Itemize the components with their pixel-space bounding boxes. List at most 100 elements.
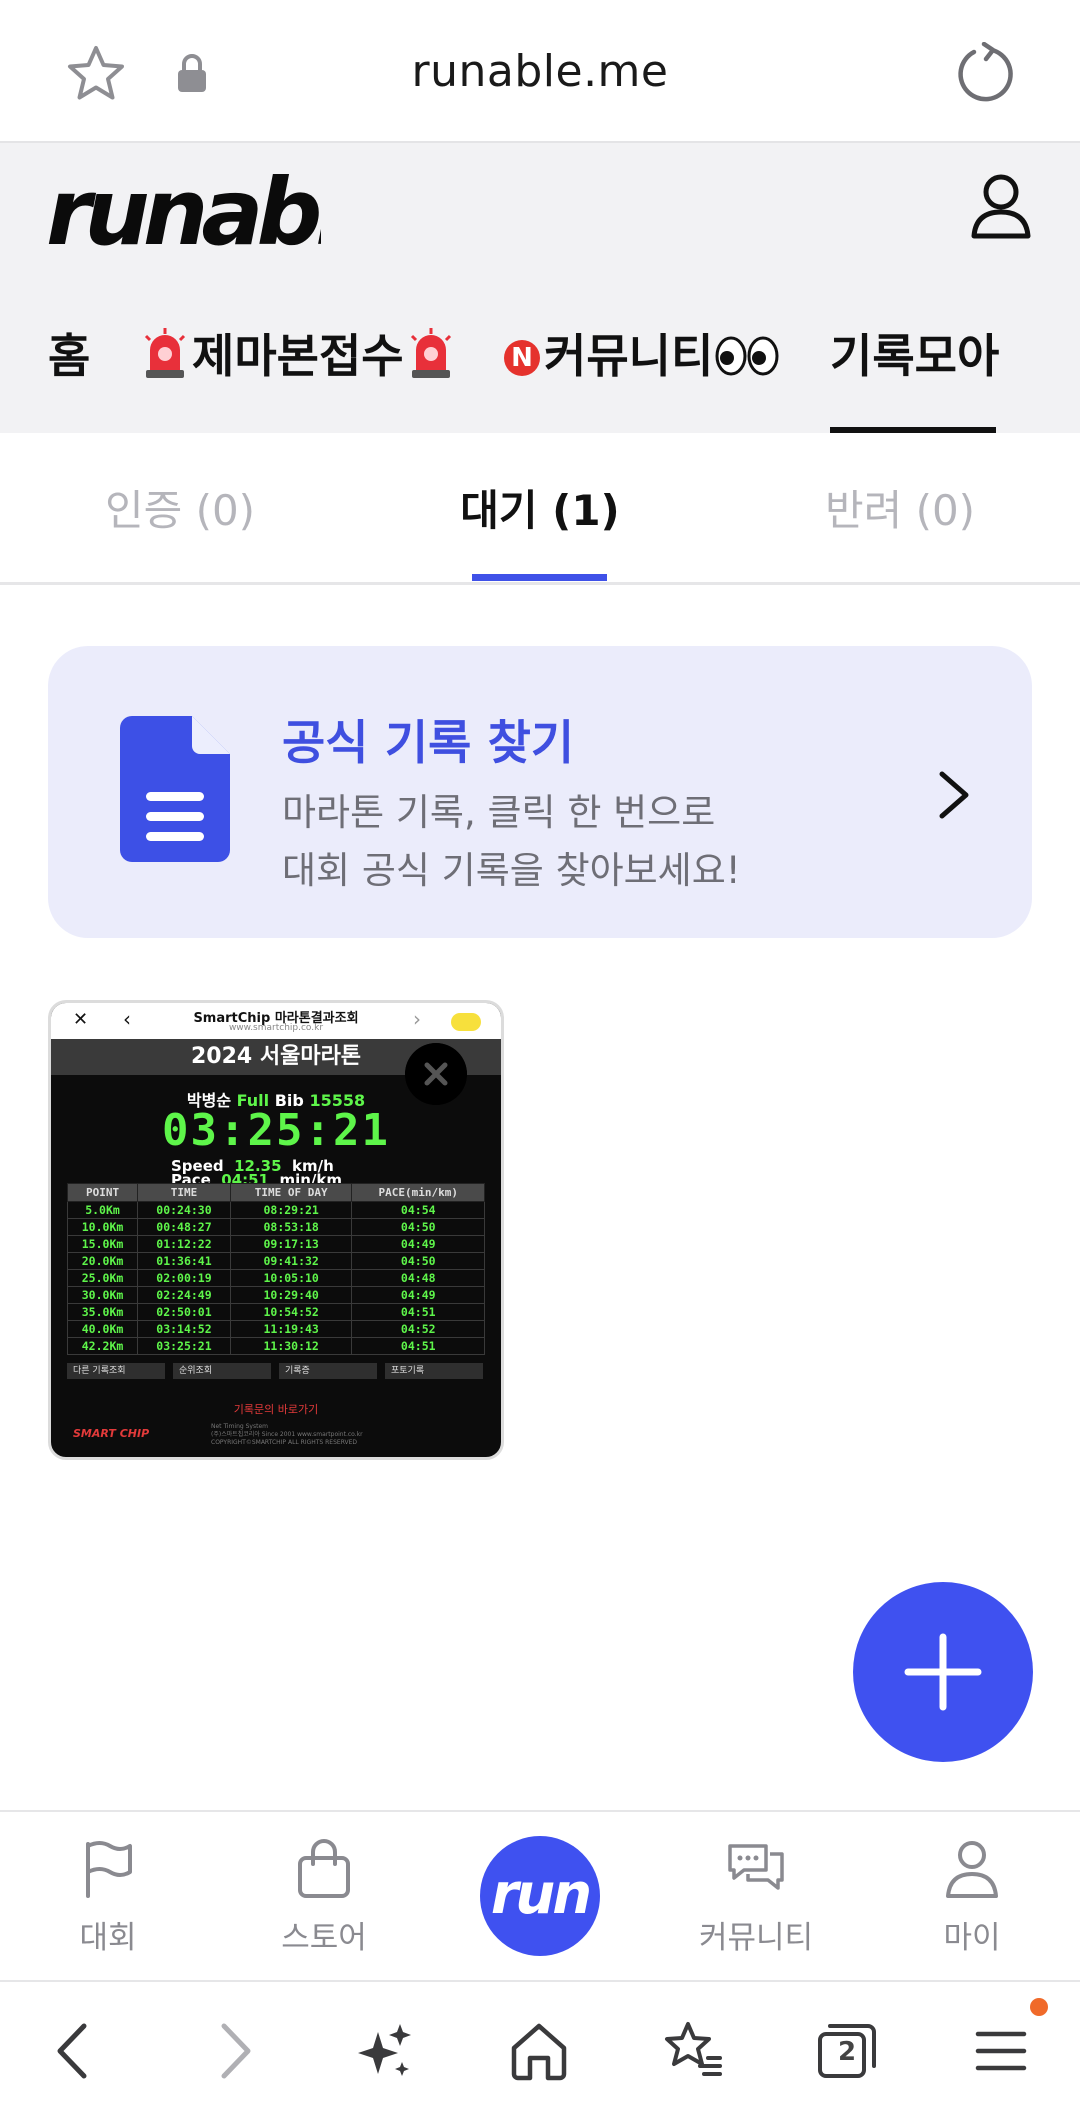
nav-home-label: 홈 (48, 329, 91, 383)
nav-records[interactable]: 기록모아 (830, 320, 1000, 433)
split-table: POINT TIME TIME OF DAY PACE(min/km) 5.0K… (66, 1183, 485, 1355)
cell: 5.0Km (66, 1201, 139, 1219)
col-pace: PACE(min/km) (351, 1183, 485, 1202)
table-row: 35.0Km 02:50:01 10:54:52 04:51 (66, 1303, 485, 1321)
thumb-certificate-button: 기록증 (279, 1363, 377, 1379)
runable-logo[interactable]: runable (46, 168, 321, 256)
cell: 10:05:10 (229, 1269, 353, 1287)
chat-icon (728, 1844, 784, 1890)
banner-description-line1: 마라톤 기록, 클릭 한 번으로 (282, 791, 716, 834)
tab-pending[interactable]: 대기 (1) (420, 477, 660, 538)
cell: 09:17:13 (229, 1235, 353, 1253)
profile-icon[interactable] (970, 172, 1032, 242)
cell: 10:54:52 (229, 1303, 353, 1321)
sparkle-ai-icon[interactable] (352, 2018, 418, 2084)
col-time: TIME (137, 1183, 231, 1202)
table-row: 5.0Km 00:24:30 08:29:21 04:54 (66, 1201, 485, 1219)
thumb-other-records-button: 다른 기록조회 (67, 1363, 165, 1379)
cell: 04:48 (351, 1269, 485, 1287)
col-point: POINT (66, 1183, 139, 1202)
cell: 25.0Km (66, 1269, 139, 1287)
tab-rejected[interactable]: 반려 (0) (780, 477, 1020, 538)
cell: 00:24:30 (137, 1201, 231, 1219)
cell: 04:50 (351, 1218, 485, 1236)
cell: 11:30:12 (229, 1337, 353, 1355)
nav-tab-my-label: 마이 (943, 1920, 1001, 1956)
table-row: 42.2Km 03:25:21 11:30:12 04:51 (66, 1337, 485, 1355)
cell: 01:12:22 (137, 1235, 231, 1253)
nav-community[interactable]: N 커뮤니티 (504, 320, 779, 433)
nav-tab-races-label: 대회 (79, 1920, 137, 1956)
reload-icon[interactable] (954, 42, 1016, 104)
eyes-icon (715, 336, 779, 376)
cell: 03:25:21 (137, 1337, 231, 1355)
cell: 02:50:01 (137, 1303, 231, 1321)
cell: 42.2Km (66, 1337, 139, 1355)
add-record-button[interactable] (853, 1582, 1033, 1762)
thumb-browser-bar: ✕ ‹ SmartChip 마라톤결과조회 www.smartchip.co.k… (51, 1003, 501, 1039)
cell: 11:19:43 (229, 1320, 353, 1338)
cell: 04:54 (351, 1201, 485, 1219)
table-row: 10.0Km 00:48:27 08:53:18 04:50 (66, 1218, 485, 1236)
bookmarks-star-icon[interactable] (660, 2018, 726, 2084)
browser-bottom-bar: 2 (0, 1980, 1080, 2120)
flag-icon (86, 1841, 132, 1898)
footer-line2: (주)스마트칩코리아 Since 2001 www.smartpoint.co.… (211, 1431, 363, 1438)
cell: 04:51 (351, 1303, 485, 1321)
person-icon (946, 1841, 998, 1898)
nav-jemabon[interactable]: 제마본접수 (138, 320, 458, 433)
run-home-button[interactable]: run (480, 1836, 600, 1956)
table-row: 25.0Km 02:00:19 10:05:10 04:48 (66, 1269, 485, 1287)
home-icon[interactable] (506, 2018, 572, 2084)
nav-home[interactable]: 홈 (48, 320, 90, 433)
finish-time: 03:25:21 (162, 1105, 390, 1156)
chevron-right-icon (939, 771, 969, 819)
siren-icon (144, 328, 186, 378)
plus-icon (904, 1633, 982, 1711)
cell: 40.0Km (66, 1320, 139, 1338)
thumb-buttons: 다른 기록조회 순위조회 기록증 포토기록 (67, 1363, 485, 1379)
nav-tab-store[interactable]: 스토어 (224, 1812, 424, 1982)
thumb-ranking-button: 순위조회 (173, 1363, 271, 1379)
nav-tab-races[interactable]: 대회 (8, 1812, 208, 1982)
siren-icon (410, 328, 451, 378)
nav-tab-store-label: 스토어 (281, 1920, 367, 1956)
document-icon (120, 716, 230, 862)
menu-icon[interactable] (968, 2018, 1034, 2084)
browser-top-bar: runable.me (0, 0, 1080, 143)
nav-jemabon-label: 제마본접수 (192, 329, 404, 383)
cell: 04:52 (351, 1320, 485, 1338)
pending-record-thumbnail[interactable]: ✕ ‹ SmartChip 마라톤결과조회 www.smartchip.co.k… (48, 1000, 504, 1460)
address-bar-url[interactable]: runable.me (0, 46, 1080, 97)
nav-tab-my[interactable]: 마이 (872, 1812, 1072, 1982)
cell: 35.0Km (66, 1303, 139, 1321)
banner-title: 공식 기록 찾기 (282, 716, 575, 771)
cell: 02:00:19 (137, 1269, 231, 1287)
smartchip-logo: SMART CHIP (73, 1427, 150, 1440)
cell: 02:24:49 (137, 1286, 231, 1304)
cell: 30.0Km (66, 1286, 139, 1304)
kakao-icon (451, 1013, 481, 1031)
thumb-inquiry-link: 기록문의 바로가기 (233, 1403, 319, 1416)
banner-description-line2: 대회 공식 기록을 찾아보세요! (282, 849, 741, 892)
cell: 08:53:18 (229, 1218, 353, 1236)
tab-verified[interactable]: 인증 (0) (60, 477, 300, 538)
forward-arrow-icon[interactable] (200, 2018, 266, 2084)
table-row: 30.0Km 02:24:49 10:29:40 04:49 (66, 1286, 485, 1304)
thumb-site-url: www.smartchip.co.kr (228, 1023, 324, 1033)
thumb-forward: › (413, 1007, 421, 1031)
cell: 04:49 (351, 1235, 485, 1253)
table-row: 15.0Km 01:12:22 09:17:13 04:49 (66, 1235, 485, 1253)
cell: 04:49 (351, 1286, 485, 1304)
nav-tab-community[interactable]: 커뮤니티 (656, 1812, 856, 1982)
logo-text: runable (46, 168, 321, 256)
footer-line1: Net Timing System (211, 1423, 268, 1430)
new-badge: N (504, 340, 540, 376)
back-arrow-icon[interactable] (42, 2018, 108, 2084)
cell: 09:41:32 (229, 1252, 353, 1270)
nav-tab-community-label: 커뮤니티 (698, 1920, 814, 1956)
run-logo: run (490, 1862, 592, 1927)
nav-records-label: 기록모아 (830, 329, 1000, 383)
thumb-footer-text: Net Timing System (주)스마트칩코리아 Since 2001 … (211, 1423, 363, 1447)
cell: 15.0Km (66, 1235, 139, 1253)
